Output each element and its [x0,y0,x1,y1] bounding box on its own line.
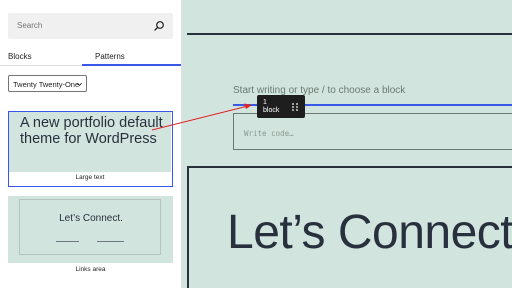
pattern-preview-text: Let’s Connect. [59,213,123,224]
drag-chip-label: block [263,107,280,114]
separator-block [187,33,512,35]
editor-screen: Search Blocks Patterns Twenty Twenty-One… [0,0,512,288]
editor-canvas[interactable]: Start writing or type / to choose a bloc… [182,0,512,288]
drag-chip-count: 1 [263,99,267,106]
tab-blocks[interactable]: Blocks [8,52,32,61]
pattern-preview: A new portfolio default theme for WordPr… [9,112,171,172]
pattern-preview-link [56,241,79,242]
pattern-category-select[interactable]: Twenty Twenty-One [8,75,87,92]
search-icon[interactable] [153,20,165,32]
heading-block[interactable]: Let’s Connect [227,205,512,261]
pattern-preview-text: A new portfolio default theme for WordPr… [20,115,163,147]
block-inserter-panel: Search Blocks Patterns Twenty Twenty-One… [0,0,181,288]
drag-handle-icon [292,103,298,111]
drag-chip[interactable]: 1 block [257,95,305,118]
pattern-label: Links area [75,266,106,273]
search-input[interactable]: Search [8,13,173,39]
pattern-label: Large text [75,174,105,181]
pattern-preview-frame: Let’s Connect. [19,199,161,255]
code-block[interactable]: Write code… [233,113,512,150]
search-placeholder: Search [17,21,43,30]
pattern-links-area[interactable]: Let’s Connect. [8,196,173,263]
pattern-large-text[interactable]: A new portfolio default theme for WordPr… [8,111,173,187]
code-placeholder: Write code… [244,129,294,138]
chevron-down-icon [77,82,82,86]
pattern-category-value: Twenty Twenty-One [13,80,80,89]
tab-patterns-indicator [82,64,181,66]
pattern-preview-link [97,241,124,242]
tab-patterns[interactable]: Patterns [95,52,125,61]
